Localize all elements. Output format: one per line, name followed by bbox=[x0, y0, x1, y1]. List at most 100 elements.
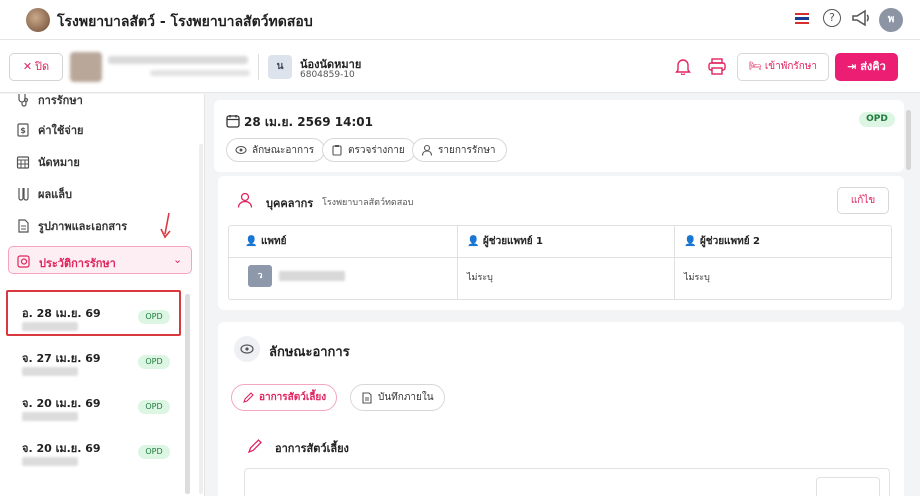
visit-date: อ. 28 เม.ย. 69 bbox=[22, 307, 101, 320]
chevron-down-icon[interactable]: ⌄ bbox=[173, 253, 182, 266]
admit-label: เข้าพักรักษา bbox=[764, 61, 818, 72]
visit-detail-redacted bbox=[22, 367, 78, 376]
visit-item[interactable]: อ. 28 เม.ย. 69 OPD bbox=[22, 304, 172, 344]
owner-detail-redacted bbox=[150, 70, 250, 76]
tab-label: บันทึกภายใน bbox=[378, 392, 434, 403]
bell-icon[interactable] bbox=[675, 58, 691, 78]
send-queue-label: ส่งคิว bbox=[860, 60, 886, 73]
chip-physical-exam[interactable]: ตรวจร่างกาย bbox=[322, 138, 416, 162]
visit-item[interactable]: จ. 20 เม.ย. 69 OPD bbox=[22, 394, 172, 434]
sidebar-item-label: การรักษา bbox=[38, 94, 83, 107]
doctor-icon: 👤 bbox=[684, 236, 700, 247]
staff-card: บุคคลากร โรงพยาบาลสัตว์ทดสอบ แก้ไข 👤 แพท… bbox=[218, 176, 904, 310]
divider bbox=[229, 257, 891, 258]
receipt-icon: $ bbox=[17, 123, 29, 137]
doctor-icon: 👤 bbox=[467, 236, 483, 247]
column-header: 👤 ผู้ช่วยแพทย์ 1 bbox=[467, 226, 543, 257]
chip-label: ตรวจร่างกาย bbox=[348, 144, 405, 156]
visit-datetime: 28 เม.ย. 2569 14:01 bbox=[244, 115, 373, 129]
send-queue-button[interactable]: ⇥ ส่งคิว bbox=[835, 53, 898, 81]
tab-internal-notes[interactable]: บันทึกภายใน bbox=[350, 384, 445, 411]
close-button[interactable]: ✕ ปิด bbox=[9, 53, 63, 81]
section-title: อาการสัตว์เลี้ยง bbox=[275, 442, 349, 455]
doctor-name-redacted bbox=[279, 271, 345, 281]
main-scrollbar[interactable] bbox=[906, 110, 911, 170]
sidebar-item-label: ผลแล็บ bbox=[38, 188, 72, 201]
divider bbox=[674, 226, 675, 299]
admit-button[interactable]: 🛏 เข้าพักรักษา bbox=[737, 53, 829, 81]
sidebar-item-expenses[interactable]: $ ค่าใช้จ่าย bbox=[16, 120, 83, 140]
symptoms-card: ลักษณะอาการ อาการสัตว์เลี้ยง บันทึกภายใน… bbox=[218, 322, 904, 496]
divider bbox=[457, 226, 458, 299]
opd-badge: OPD bbox=[138, 445, 170, 459]
chip-label: รายการรักษา bbox=[438, 144, 496, 156]
svg-text:$: $ bbox=[20, 126, 26, 135]
user-avatar[interactable]: พ bbox=[879, 8, 903, 32]
tab-pet-symptoms[interactable]: อาการสัตว์เลี้ยง bbox=[231, 384, 338, 411]
visit-list-scrollbar[interactable] bbox=[185, 294, 190, 494]
exit-icon: ⇥ bbox=[847, 60, 861, 73]
sidebar-item-label: รูปภาพและเอกสาร bbox=[38, 220, 128, 233]
visit-date: จ. 20 เม.ย. 69 bbox=[22, 442, 101, 455]
column-header: 👤 ผู้ช่วยแพทย์ 2 bbox=[684, 226, 760, 257]
top-bar: โรงพยาบาลสัตว์ - โรงพยาบาลสัตว์ทดสอบ ? พ bbox=[0, 0, 920, 40]
megaphone-icon[interactable] bbox=[851, 9, 871, 30]
assistant1-value: ไม่ระบุ bbox=[467, 273, 493, 283]
owner-name-redacted bbox=[108, 56, 248, 64]
sidebar-item-treatment[interactable]: การรักษา bbox=[16, 94, 83, 110]
opd-badge: OPD bbox=[859, 112, 895, 127]
pet-avatar: น bbox=[268, 55, 292, 79]
note-icon bbox=[362, 391, 372, 404]
pet-id: 6804859-10 bbox=[300, 70, 355, 80]
doctor-avatar: ว bbox=[248, 265, 272, 287]
sidebar-item-label: นัดหมาย bbox=[38, 156, 80, 169]
owner-photo-redacted bbox=[70, 52, 102, 82]
chip-label: ลักษณะอาการ bbox=[252, 144, 315, 156]
test-tube-icon bbox=[18, 188, 29, 201]
sidebar: การรักษา $ ค่าใช้จ่าย นัดหมาย ผลแล็บ รูป… bbox=[0, 94, 205, 496]
visit-date: จ. 20 เม.ย. 69 bbox=[22, 397, 101, 410]
sidebar-item-documents[interactable]: รูปภาพและเอกสาร bbox=[16, 216, 127, 236]
visit-date: จ. 27 เม.ย. 69 bbox=[22, 352, 101, 365]
staff-subtitle: โรงพยาบาลสัตว์ทดสอบ bbox=[322, 198, 414, 208]
sidebar-item-appointments[interactable]: นัดหมาย bbox=[16, 152, 80, 172]
tab-label: อาการสัตว์เลี้ยง bbox=[259, 392, 327, 403]
doctor-icon: 👤 bbox=[245, 236, 261, 247]
red-arrow-annotation bbox=[160, 212, 174, 243]
pen-icon bbox=[247, 439, 262, 454]
doctor-icon bbox=[421, 144, 433, 156]
opd-badge: OPD bbox=[138, 310, 170, 324]
sidebar-item-history-label: ประวัติการรักษา bbox=[39, 257, 116, 270]
assistant2-value: ไม่ระบุ bbox=[684, 273, 710, 283]
visit-detail-redacted bbox=[22, 457, 78, 466]
stethoscope-icon bbox=[18, 94, 29, 107]
column-header-label: ผู้ช่วยแพทย์ 2 bbox=[699, 236, 760, 247]
visit-detail-redacted bbox=[22, 412, 78, 421]
help-icon[interactable]: ? bbox=[823, 9, 841, 27]
sidebar-scrollbar[interactable] bbox=[199, 144, 203, 494]
visit-header-card: 28 เม.ย. 2569 14:01 OPD ลักษณะอาการ ตรวจ… bbox=[214, 100, 904, 172]
close-label: ปิด bbox=[35, 60, 50, 73]
clipboard-icon bbox=[332, 145, 342, 156]
sidebar-item-history[interactable]: ประวัติการรักษา ⌄ bbox=[8, 246, 192, 274]
symptoms-icon bbox=[234, 336, 260, 362]
column-header-label: แพทย์ bbox=[260, 236, 287, 247]
chip-symptoms[interactable]: ลักษณะอาการ bbox=[226, 138, 326, 162]
chip-treatment-list[interactable]: รายการรักษา bbox=[412, 138, 507, 162]
visit-item[interactable]: จ. 27 เม.ย. 69 OPD bbox=[22, 349, 172, 389]
symptoms-title: ลักษณะอาการ bbox=[269, 345, 350, 360]
symptoms-editor[interactable] bbox=[244, 468, 890, 496]
thai-flag-icon[interactable] bbox=[795, 13, 809, 24]
editor-action-button[interactable] bbox=[816, 477, 880, 496]
sidebar-item-lab[interactable]: ผลแล็บ bbox=[16, 184, 72, 204]
visit-detail-redacted bbox=[22, 322, 78, 331]
calendar-icon bbox=[226, 115, 240, 128]
column-header-label: ผู้ช่วยแพทย์ 1 bbox=[482, 236, 543, 247]
edit-button[interactable]: แก้ไข bbox=[837, 187, 889, 214]
printer-icon[interactable] bbox=[708, 58, 726, 78]
patient-bar: ✕ ปิด น น้องนัดหมาย 6804859-10 🛏 เข้าพักร… bbox=[0, 40, 920, 93]
visit-item[interactable]: จ. 20 เม.ย. 69 OPD bbox=[22, 439, 172, 479]
app-title: โรงพยาบาลสัตว์ - โรงพยาบาลสัตว์ทดสอบ bbox=[57, 14, 313, 30]
opd-badge: OPD bbox=[138, 355, 170, 369]
history-icon bbox=[17, 255, 30, 268]
